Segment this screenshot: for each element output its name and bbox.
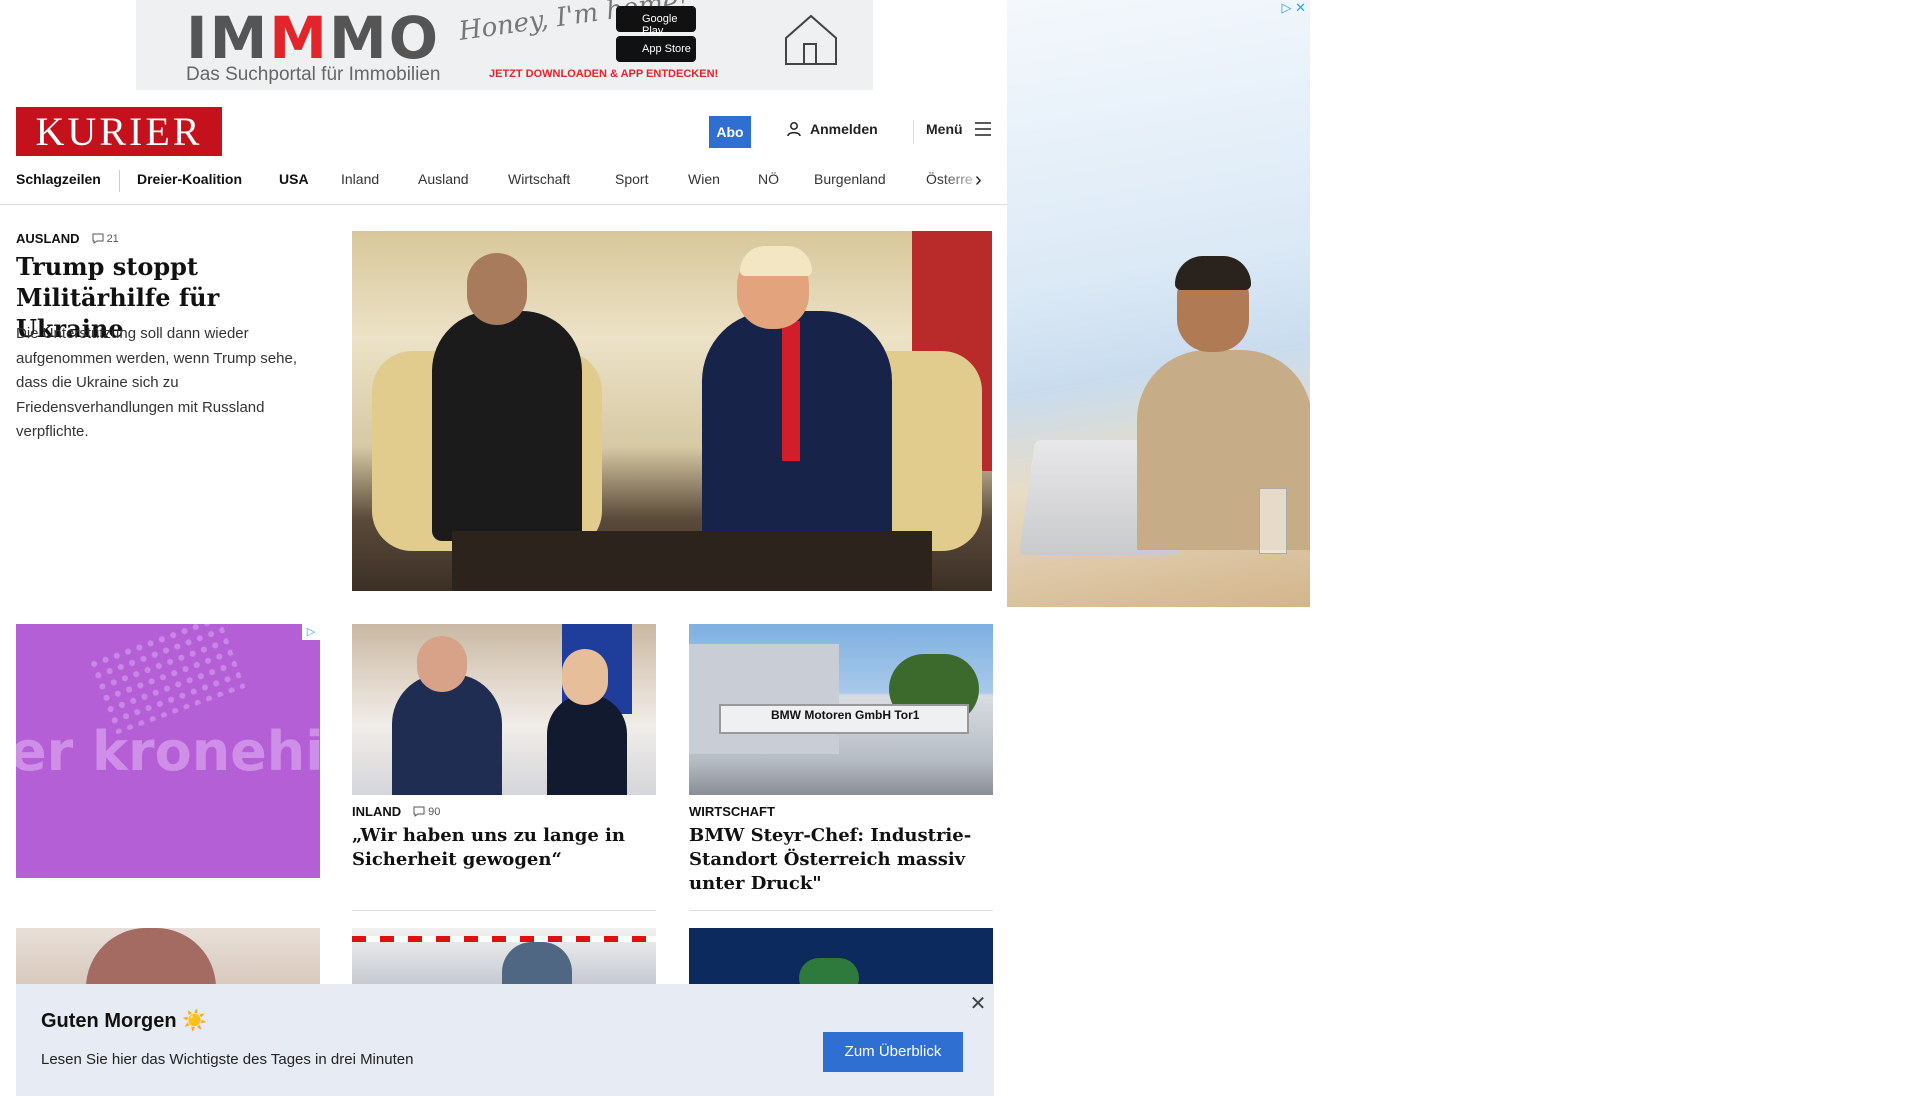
glass-image (1259, 488, 1287, 554)
kronehit-ad[interactable]: er kronehit ▷ (16, 624, 320, 878)
kurier-logo[interactable]: KURIER (16, 107, 222, 156)
login-label: Anmelden (810, 121, 878, 137)
kronehit-logo-text: er kronehit (16, 720, 320, 783)
nav-item-dreier-koalition[interactable]: Dreier-Koalition (137, 171, 242, 187)
adchoices-icon[interactable]: ▷ ✕ (1281, 0, 1306, 16)
nav-item-wien[interactable]: Wien (688, 171, 720, 187)
adchoices-icon[interactable]: ▷ (302, 624, 320, 640)
nav-item-ausland[interactable]: Ausland (418, 171, 469, 187)
nav-item-inland[interactable]: Inland (341, 171, 379, 187)
card-kicker-wirtschaft[interactable]: WIRTSCHAFT (689, 804, 775, 819)
toast-text: Lesen Sie hier das Wichtigste des Tages … (41, 1051, 414, 1068)
hamburger-icon (974, 122, 991, 136)
nav-item-burgenland[interactable]: Burgenland (814, 171, 886, 187)
immmo-logo: IMMMO (186, 4, 441, 72)
card-image-wirtschaft[interactable]: BMW Motoren GmbH Tor1 (689, 624, 993, 795)
menu-label: Menü (926, 121, 963, 137)
card-headline-inland[interactable]: „Wir haben uns zu lange in Sicherheit ge… (352, 824, 656, 872)
card-category[interactable]: WIRTSCHAFT (689, 804, 775, 819)
lead-image[interactable] (352, 231, 992, 591)
comment-icon (92, 233, 104, 244)
app-store-badge[interactable]: App Store (616, 36, 696, 62)
comment-icon (413, 806, 425, 817)
header-divider (913, 120, 914, 144)
ad-cta: JETZT DOWNLOADEN & APP ENTDECKEN! (489, 68, 719, 80)
comment-count[interactable]: 90 (413, 806, 440, 818)
ad-tagline: Das Suchportal für Immobilien (186, 64, 441, 85)
toast-title: Guten Morgen ☀️ (41, 1010, 208, 1032)
right-skyscraper-ad[interactable]: ▷ ✕ (1007, 0, 1310, 607)
bmw-sign: BMW Motoren GmbH Tor1 (771, 708, 920, 722)
card-image-inland[interactable] (352, 624, 656, 795)
top-banner-ad[interactable]: IMMMO Das Suchportal für Immobilien Hone… (136, 0, 873, 90)
card-image[interactable] (16, 928, 320, 988)
login-button[interactable]: Anmelden (786, 121, 878, 137)
close-icon[interactable]: ✕ (966, 992, 990, 1016)
overview-button[interactable]: Zum Überblick (823, 1032, 963, 1072)
user-icon (787, 122, 801, 137)
nav-item-noe[interactable]: NÖ (758, 171, 779, 187)
nav-item-usa[interactable]: USA (279, 171, 309, 187)
lead-category[interactable]: AUSLAND (16, 231, 80, 246)
section-nav: Schlagzeilen Dreier-Koalition USA Inland… (0, 168, 1007, 205)
house-icon (785, 14, 837, 65)
divider (352, 910, 656, 911)
nav-item-schlagzeilen[interactable]: Schlagzeilen (16, 171, 101, 187)
comment-count[interactable]: 21 (92, 233, 119, 245)
chevron-right-icon[interactable]: › (975, 169, 982, 192)
card-category[interactable]: INLAND (352, 804, 401, 819)
menu-button[interactable]: Menü (926, 121, 991, 137)
morning-briefing-toast: Guten Morgen ☀️ Lesen Sie hier das Wicht… (16, 984, 994, 1096)
card-image[interactable] (352, 928, 656, 988)
card-kicker-inland[interactable]: INLAND 90 (352, 804, 440, 819)
abo-button[interactable]: Abo (709, 116, 751, 148)
lead-kicker[interactable]: AUSLAND 21 (16, 231, 119, 246)
lead-teaser[interactable]: Die Unterstützung soll dann wieder aufge… (16, 322, 321, 445)
divider (689, 910, 993, 911)
card-image[interactable] (689, 928, 993, 988)
card-headline-wirtschaft[interactable]: BMW Steyr-Chef: Industrie-Standort Öster… (689, 824, 993, 896)
nav-item-sport[interactable]: Sport (615, 171, 648, 187)
nav-divider (119, 170, 120, 192)
nav-item-wirtschaft[interactable]: Wirtschaft (508, 171, 570, 187)
google-play-badge[interactable]: Google Play (616, 6, 696, 37)
